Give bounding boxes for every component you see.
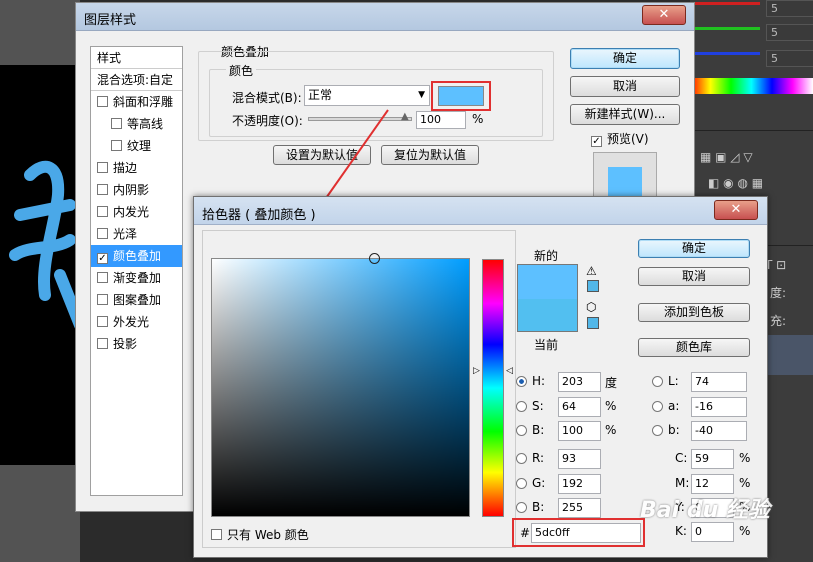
hex-prefix: # bbox=[520, 526, 531, 540]
h-radio[interactable] bbox=[516, 376, 527, 387]
close-icon: ✕ bbox=[730, 202, 742, 217]
k-unit: % bbox=[739, 524, 751, 538]
r-label: R: bbox=[532, 451, 545, 465]
saturation-brightness-field[interactable] bbox=[211, 253, 470, 517]
watermark: Bai du 经验 bbox=[640, 498, 770, 523]
current-color-swatch[interactable] bbox=[517, 299, 578, 332]
h-label: H: bbox=[532, 374, 546, 388]
new-color-label: 新的 bbox=[534, 249, 559, 263]
c-unit: % bbox=[739, 451, 751, 465]
color-picker-close-button[interactable]: ✕ bbox=[714, 200, 758, 220]
s-input[interactable]: 64 bbox=[558, 397, 601, 417]
r-input[interactable]: 93 bbox=[558, 449, 601, 469]
b-radio[interactable] bbox=[516, 425, 527, 436]
lab-b-radio[interactable] bbox=[652, 425, 663, 436]
b-label: B: bbox=[532, 423, 545, 437]
add-to-swatches-button[interactable]: 添加到色板 bbox=[638, 303, 750, 322]
g-input[interactable]: 192 bbox=[558, 474, 601, 494]
blue-label: B: bbox=[532, 500, 545, 514]
picker-cancel-button[interactable]: 取消 bbox=[638, 267, 750, 286]
color-picker-titlebar[interactable]: 拾色器 ( 叠加颜色 ) ✕ bbox=[194, 197, 767, 225]
h-unit: 度 bbox=[605, 376, 618, 390]
s-label: S: bbox=[532, 399, 544, 413]
color-cursor-icon[interactable] bbox=[369, 253, 380, 264]
web-safe-cube-icon[interactable]: ⬡ bbox=[586, 300, 596, 314]
a-input[interactable]: -16 bbox=[691, 397, 747, 417]
c-label: C: bbox=[675, 451, 688, 465]
hue-left-arrow-icon[interactable]: ▷ bbox=[473, 366, 480, 376]
picker-ok-button[interactable]: 确定 bbox=[638, 239, 750, 258]
s-unit: % bbox=[605, 399, 617, 413]
color-picker-title: 拾色器 ( 叠加颜色 ) bbox=[202, 208, 316, 223]
m-label: M: bbox=[675, 476, 690, 490]
gamut-swatch[interactable] bbox=[587, 280, 599, 292]
lab-b-input[interactable]: -40 bbox=[691, 421, 747, 441]
blue-radio[interactable] bbox=[516, 502, 527, 513]
a-radio[interactable] bbox=[652, 401, 663, 412]
s-radio[interactable] bbox=[516, 401, 527, 412]
hue-right-arrow-icon[interactable]: ◁ bbox=[506, 366, 513, 376]
k-input[interactable]: 0 bbox=[691, 522, 734, 542]
blue-input[interactable]: 255 bbox=[558, 498, 601, 518]
hue-slider[interactable] bbox=[482, 259, 504, 517]
gamut-warning-icon[interactable]: ⚠ bbox=[586, 264, 597, 278]
web-colors-only-checkbox[interactable]: 只有 Web 颜色 bbox=[211, 526, 309, 543]
k-label: K: bbox=[675, 524, 687, 538]
m-input[interactable]: 12 bbox=[691, 474, 734, 494]
m-unit: % bbox=[739, 476, 751, 490]
hex-input[interactable]: 5dc0ff bbox=[531, 523, 641, 543]
web-only-box bbox=[211, 529, 222, 540]
c-input[interactable]: 59 bbox=[691, 449, 734, 469]
color-libraries-button[interactable]: 颜色库 bbox=[638, 338, 750, 357]
current-color-label: 当前 bbox=[534, 338, 559, 352]
b-input[interactable]: 100 bbox=[558, 421, 601, 441]
l-radio[interactable] bbox=[652, 376, 663, 387]
l-label: L: bbox=[668, 374, 679, 388]
g-radio[interactable] bbox=[516, 478, 527, 489]
web-safe-swatch[interactable] bbox=[587, 317, 599, 329]
lab-b-label: b: bbox=[668, 423, 680, 437]
h-input[interactable]: 203 bbox=[558, 372, 601, 392]
b-unit: % bbox=[605, 423, 617, 437]
web-only-label: 只有 Web 颜色 bbox=[227, 528, 309, 542]
new-color-swatch bbox=[517, 264, 578, 299]
r-radio[interactable] bbox=[516, 453, 527, 464]
g-label: G: bbox=[532, 476, 546, 490]
l-input[interactable]: 74 bbox=[691, 372, 747, 392]
a-label: a: bbox=[668, 399, 680, 413]
